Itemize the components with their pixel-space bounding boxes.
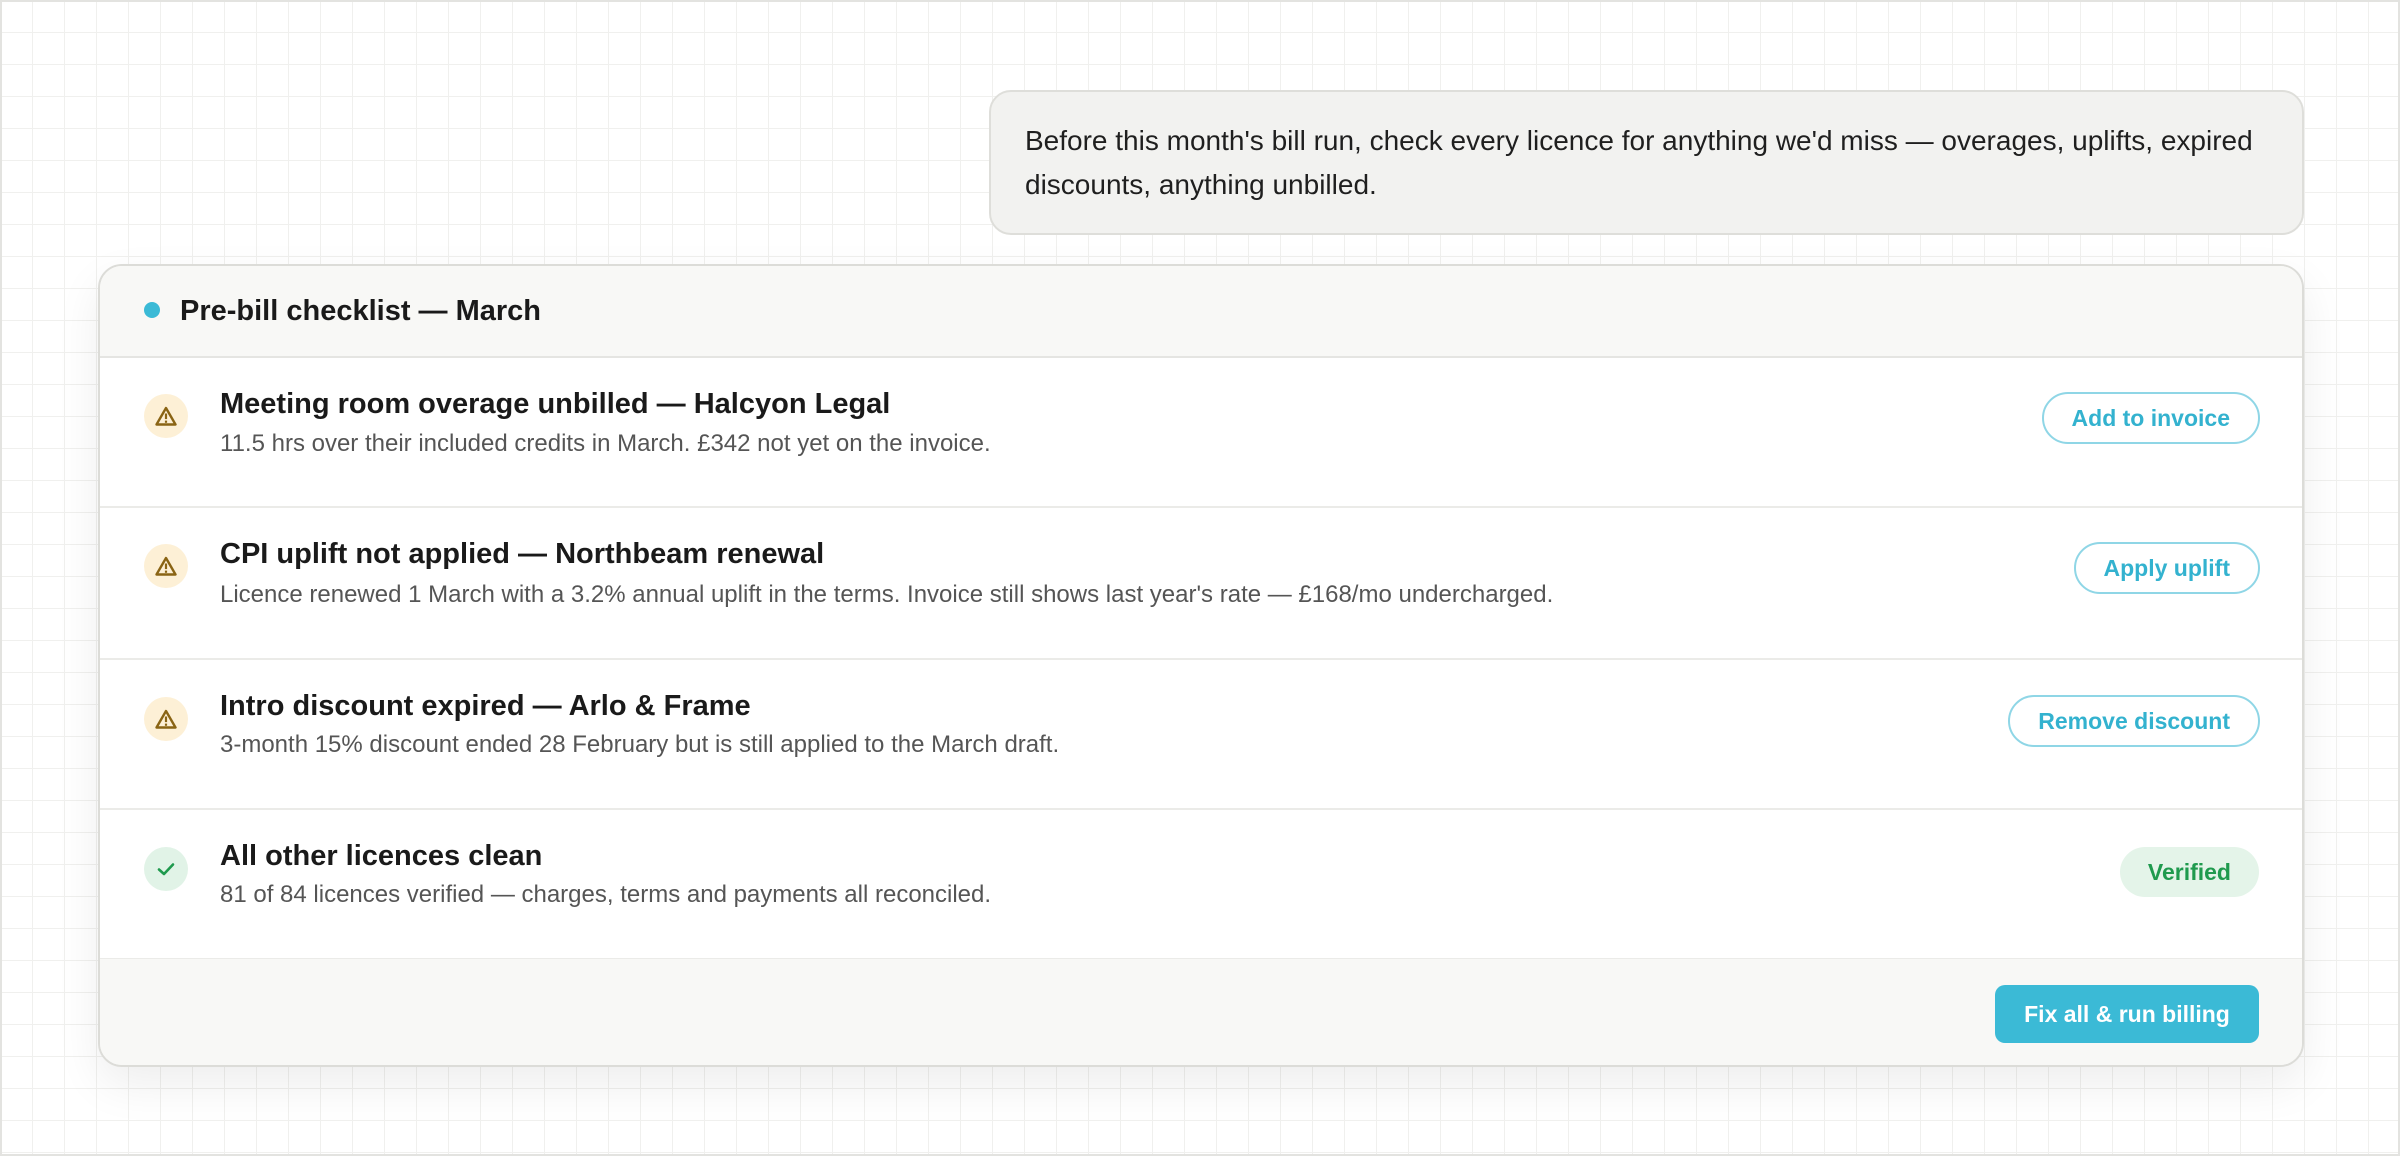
remove-discount-button[interactable]: Remove discount — [2008, 695, 2260, 747]
row-description: Licence renewed 1 March with a 3.2% annu… — [220, 581, 1554, 608]
add-to-invoice-button[interactable]: Add to invoice — [2041, 392, 2260, 444]
checklist-row: All other licences clean 81 of 84 licenc… — [100, 810, 2302, 960]
checklist-header: Pre-bill checklist — March — [100, 266, 2302, 358]
user-message-bubble: Before this month's bill run, check ever… — [989, 90, 2304, 235]
row-title: Meeting room overage unbilled — Halcyon … — [220, 388, 891, 420]
checklist-title: Pre-bill checklist — March — [180, 294, 542, 327]
checklist-row: Meeting room overage unbilled — Halcyon … — [100, 358, 2302, 508]
check-icon — [144, 847, 188, 891]
apply-uplift-button[interactable]: Apply uplift — [2073, 542, 2260, 594]
fix-all-run-billing-button[interactable]: Fix all & run billing — [1995, 985, 2259, 1043]
row-description: 81 of 84 licences verified — charges, te… — [220, 881, 992, 908]
warning-triangle-icon — [144, 697, 188, 741]
row-title: Intro discount expired — Arlo & Frame — [220, 690, 751, 722]
row-title: All other licences clean — [220, 840, 543, 872]
status-dot-icon — [144, 302, 160, 318]
checklist-row: Intro discount expired — Arlo & Frame 3-… — [100, 660, 2302, 810]
verified-badge: Verified — [2119, 847, 2259, 897]
checklist-footer: Fix all & run billing — [100, 959, 2302, 1065]
checklist-card: Pre-bill checklist — March Meeting room … — [98, 264, 2304, 1067]
warning-triangle-icon — [144, 394, 188, 438]
row-description: 11.5 hrs over their included credits in … — [220, 430, 991, 457]
warning-triangle-icon — [144, 544, 188, 588]
row-title: CPI uplift not applied — Northbeam renew… — [220, 538, 825, 570]
row-description: 3-month 15% discount ended 28 February b… — [220, 731, 1060, 758]
checklist-row: CPI uplift not applied — Northbeam renew… — [100, 508, 2302, 660]
